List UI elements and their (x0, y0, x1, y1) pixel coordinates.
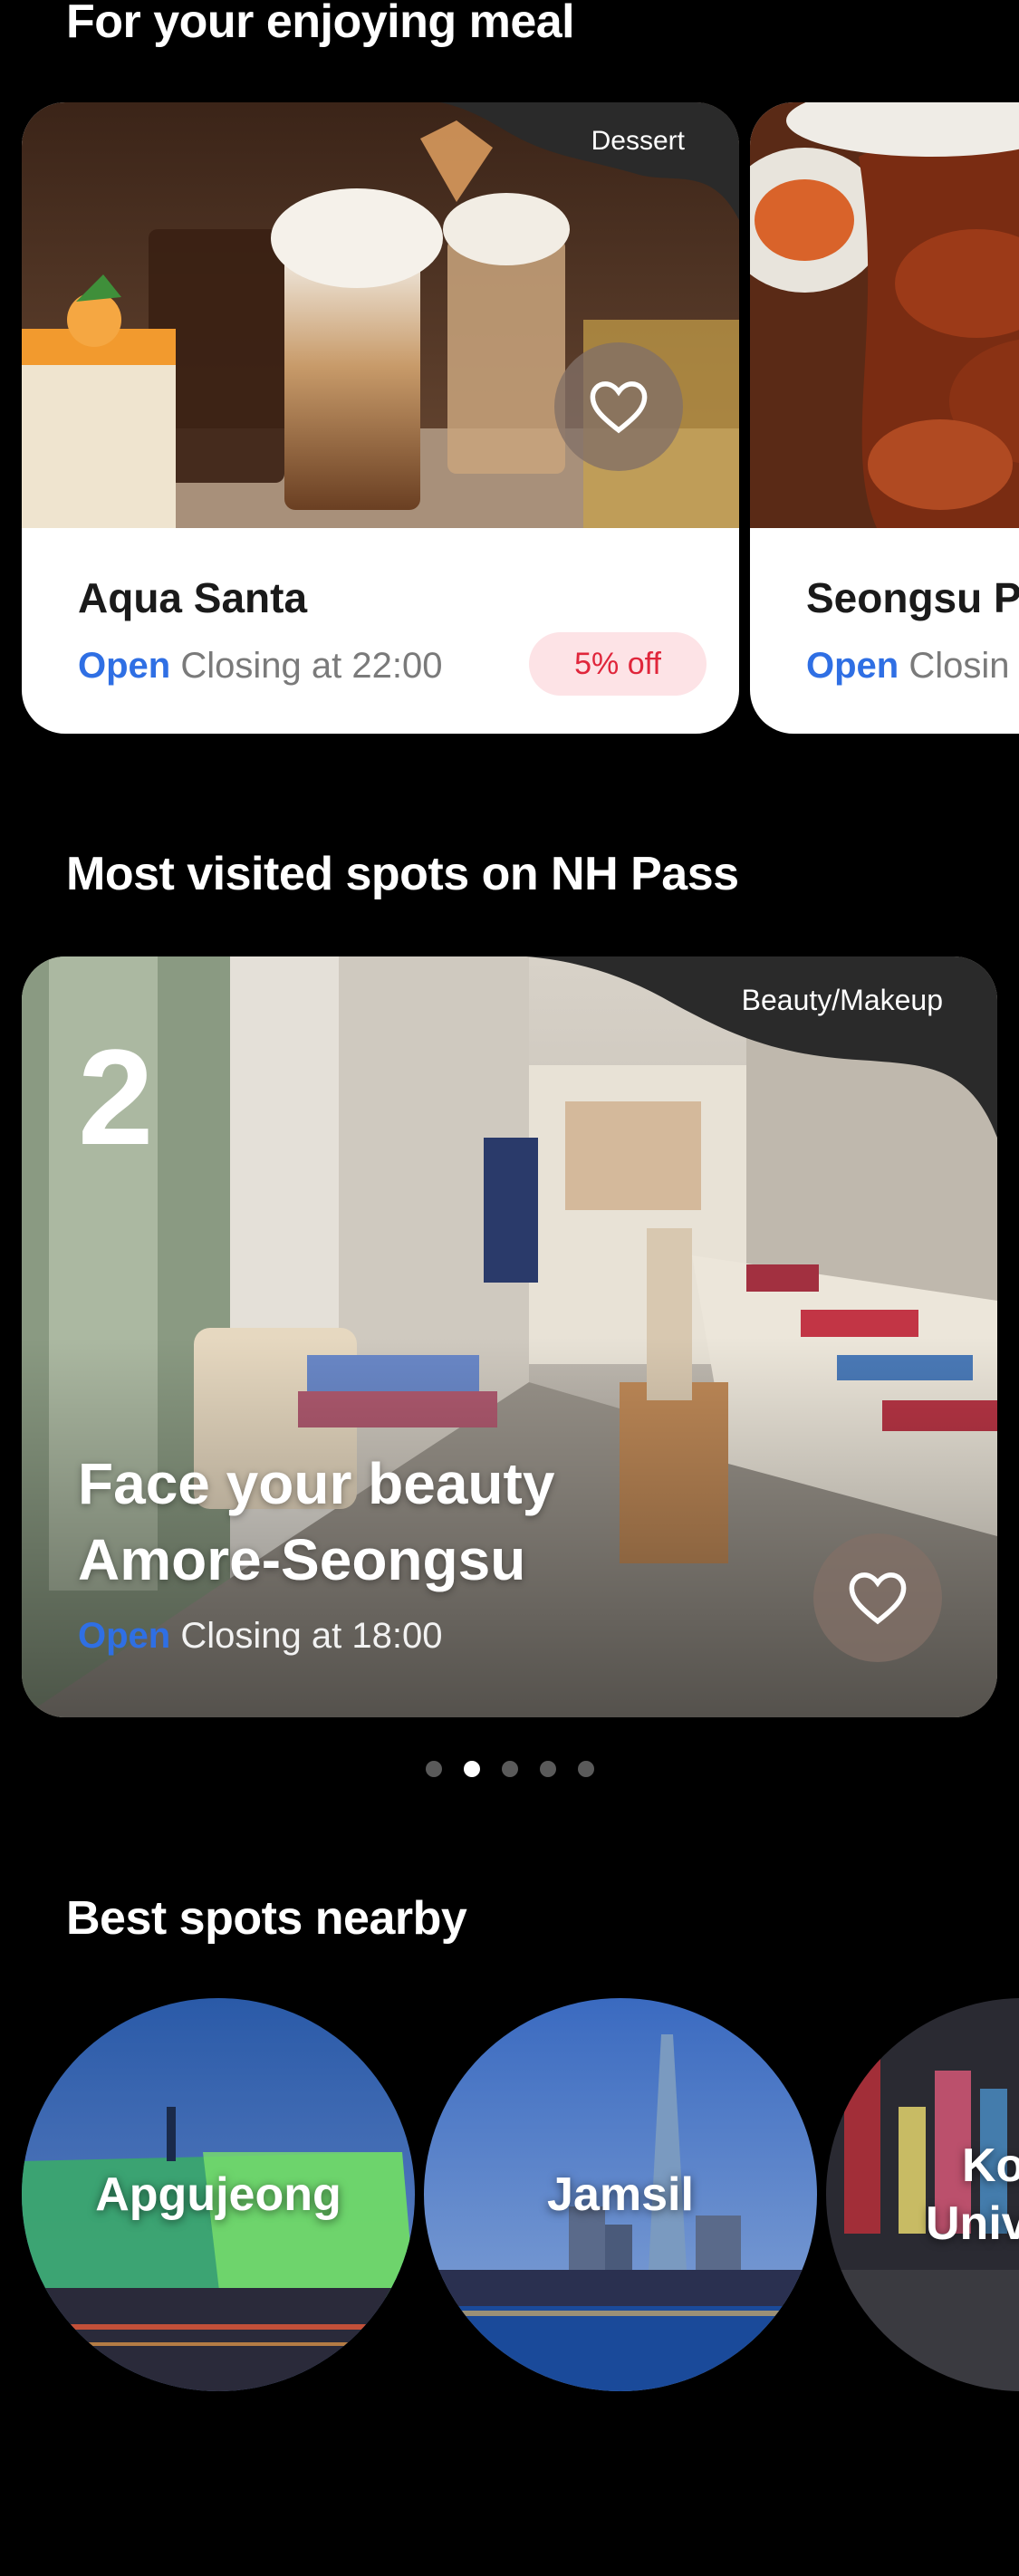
pagination-dot[interactable] (540, 1761, 556, 1777)
area-jamsil[interactable]: Jamsil (424, 1998, 817, 2391)
visited-section-title: Most visited spots on NH Pass (66, 848, 739, 900)
area-label: Kon Unive (826, 1998, 1019, 2391)
pagination-dot[interactable] (578, 1761, 594, 1777)
open-label: Open (806, 646, 899, 686)
category-tag: Beauty/Makeup (741, 984, 943, 1016)
heart-outline-icon (849, 1572, 907, 1625)
discount-badge: 5% off (529, 632, 707, 696)
favorite-button[interactable] (813, 1533, 942, 1662)
restaurant-name: Seongsu P (806, 574, 1019, 621)
area-konkuk-university[interactable]: Kon Unive (826, 1998, 1019, 2391)
nearby-section-title: Best spots nearby (66, 1892, 467, 1945)
area-label: Apgujeong (95, 2168, 341, 2221)
carousel-pagination (426, 1761, 594, 1777)
pagination-dot[interactable] (502, 1761, 518, 1777)
opening-status: Open Closin (806, 646, 1010, 687)
heart-outline-icon (590, 381, 648, 434)
rank-number: 2 (78, 1021, 154, 1173)
area-label-line: Kon (962, 2139, 1019, 2192)
opening-status: Open Closing at 18:00 (78, 1616, 442, 1657)
spot-title-line: Amore-Seongsu (78, 1527, 526, 1592)
open-label: Open (78, 1616, 171, 1656)
category-tag-shape: Beauty/Makeup (526, 956, 997, 1138)
favorite-button[interactable] (554, 342, 683, 471)
opening-status: Open Closing at 22:00 (78, 646, 442, 687)
meal-card-seongsu[interactable]: Seongsu P Open Closin (750, 102, 1019, 734)
open-label: Open (78, 646, 171, 686)
featured-spot-card[interactable]: Beauty/Makeup 2 Face your beauty Amore-S… (22, 956, 997, 1717)
closing-time: Closing at 18:00 (180, 1616, 443, 1656)
spot-title-line: Face your beauty (78, 1451, 555, 1516)
meal-section-title: For your enjoying meal (66, 0, 575, 48)
meal-photo (750, 102, 1019, 528)
area-label: Jamsil (547, 2168, 694, 2221)
area-apgujeong[interactable]: Apgujeong (22, 1998, 415, 2391)
meal-card-aqua-santa[interactable]: Dessert Aqua Santa Open Closing at 22:00… (22, 102, 739, 734)
pagination-dot[interactable] (426, 1761, 442, 1777)
restaurant-name: Aqua Santa (78, 574, 308, 621)
category-tag: Dessert (591, 126, 685, 156)
pagination-dot[interactable] (464, 1761, 480, 1777)
closing-time: Closin (908, 646, 1010, 686)
app-screen: For your enjoying meal Dessert Aqua Sant… (0, 0, 1019, 2576)
spot-title: Face your beauty Amore-Seongsu (78, 1446, 554, 1598)
category-tag-shape: Dessert (440, 102, 739, 220)
area-label-line: Unive (926, 2197, 1019, 2250)
closing-time: Closing at 22:00 (180, 646, 443, 686)
